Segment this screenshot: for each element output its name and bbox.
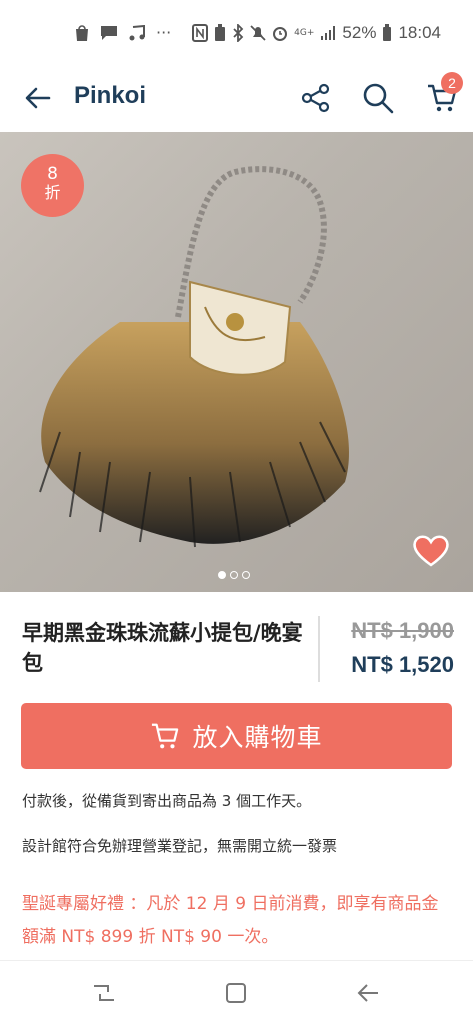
system-back-button[interactable] xyxy=(348,977,388,1009)
battery-saver-icon xyxy=(215,24,226,41)
cart-icon xyxy=(152,723,179,749)
pagination-dot[interactable] xyxy=(242,571,250,579)
heart-icon xyxy=(413,535,449,567)
more-icon: ··· xyxy=(156,23,172,42)
home-icon xyxy=(226,983,246,1003)
pagination-dot[interactable] xyxy=(230,571,238,579)
search-button[interactable] xyxy=(356,78,400,118)
status-left-icons: ··· xyxy=(74,22,171,44)
chat-icon xyxy=(101,26,117,40)
mute-icon xyxy=(250,25,266,41)
price-divider xyxy=(318,616,320,682)
sale-price: NT$ 1,520 xyxy=(351,652,454,677)
invoice-note: 設計館符合免辦理營業登記，無需開立統一發票 xyxy=(22,837,338,855)
system-nav-bar xyxy=(0,960,473,1024)
signal-icon xyxy=(321,26,336,40)
music-icon xyxy=(129,25,145,41)
add-to-cart-button[interactable]: 放入購物車 xyxy=(21,703,452,769)
add-to-cart-label: 放入購物車 xyxy=(192,723,323,752)
app-title: Pinkoi xyxy=(74,82,147,109)
status-bar: ··· 4G+ 52% 18:04 xyxy=(0,0,473,68)
original-price: NT$ 1,900 xyxy=(351,618,454,643)
clock: 18:04 xyxy=(398,23,441,42)
back-button[interactable] xyxy=(18,78,58,118)
shop-icon xyxy=(76,25,88,41)
back-arrow-icon xyxy=(357,984,378,1002)
share-icon xyxy=(301,83,330,113)
recents-button[interactable] xyxy=(84,977,124,1009)
favorite-button[interactable] xyxy=(412,534,450,568)
status-right-icons: 4G+ 52% 18:04 xyxy=(192,22,441,44)
pagination-dot[interactable] xyxy=(218,571,226,579)
alarm-icon xyxy=(273,27,288,41)
discount-unit: 折 xyxy=(44,183,61,202)
recents-icon xyxy=(94,985,114,1001)
image-pagination xyxy=(218,571,250,579)
product-title: 早期黑金珠珠流蘇小提包/晚宴包 xyxy=(22,621,303,675)
battery-percent: 52% xyxy=(342,23,377,42)
share-button[interactable] xyxy=(296,78,336,118)
app-bar: Pinkoi xyxy=(0,68,473,130)
home-button[interactable] xyxy=(216,977,256,1009)
cart-count-badge: 2 xyxy=(441,72,463,94)
bluetooth-icon xyxy=(233,24,244,42)
discount-number: 8 xyxy=(47,164,58,184)
battery-icon xyxy=(383,24,392,41)
arrow-left-icon xyxy=(25,87,51,109)
network-label: 4G+ xyxy=(294,28,315,38)
nfc-icon xyxy=(192,24,209,42)
shipping-note: 付款後，從備貨到寄出商品為 3 個工作天。 xyxy=(22,792,312,810)
promo-text: 聖誕專屬好禮 ：凡於 12 月 9 日前消費，即享有商品金額滿 NT$ 899 … xyxy=(22,894,439,947)
discount-badge: 8 折 xyxy=(21,154,84,217)
search-icon xyxy=(363,83,394,114)
